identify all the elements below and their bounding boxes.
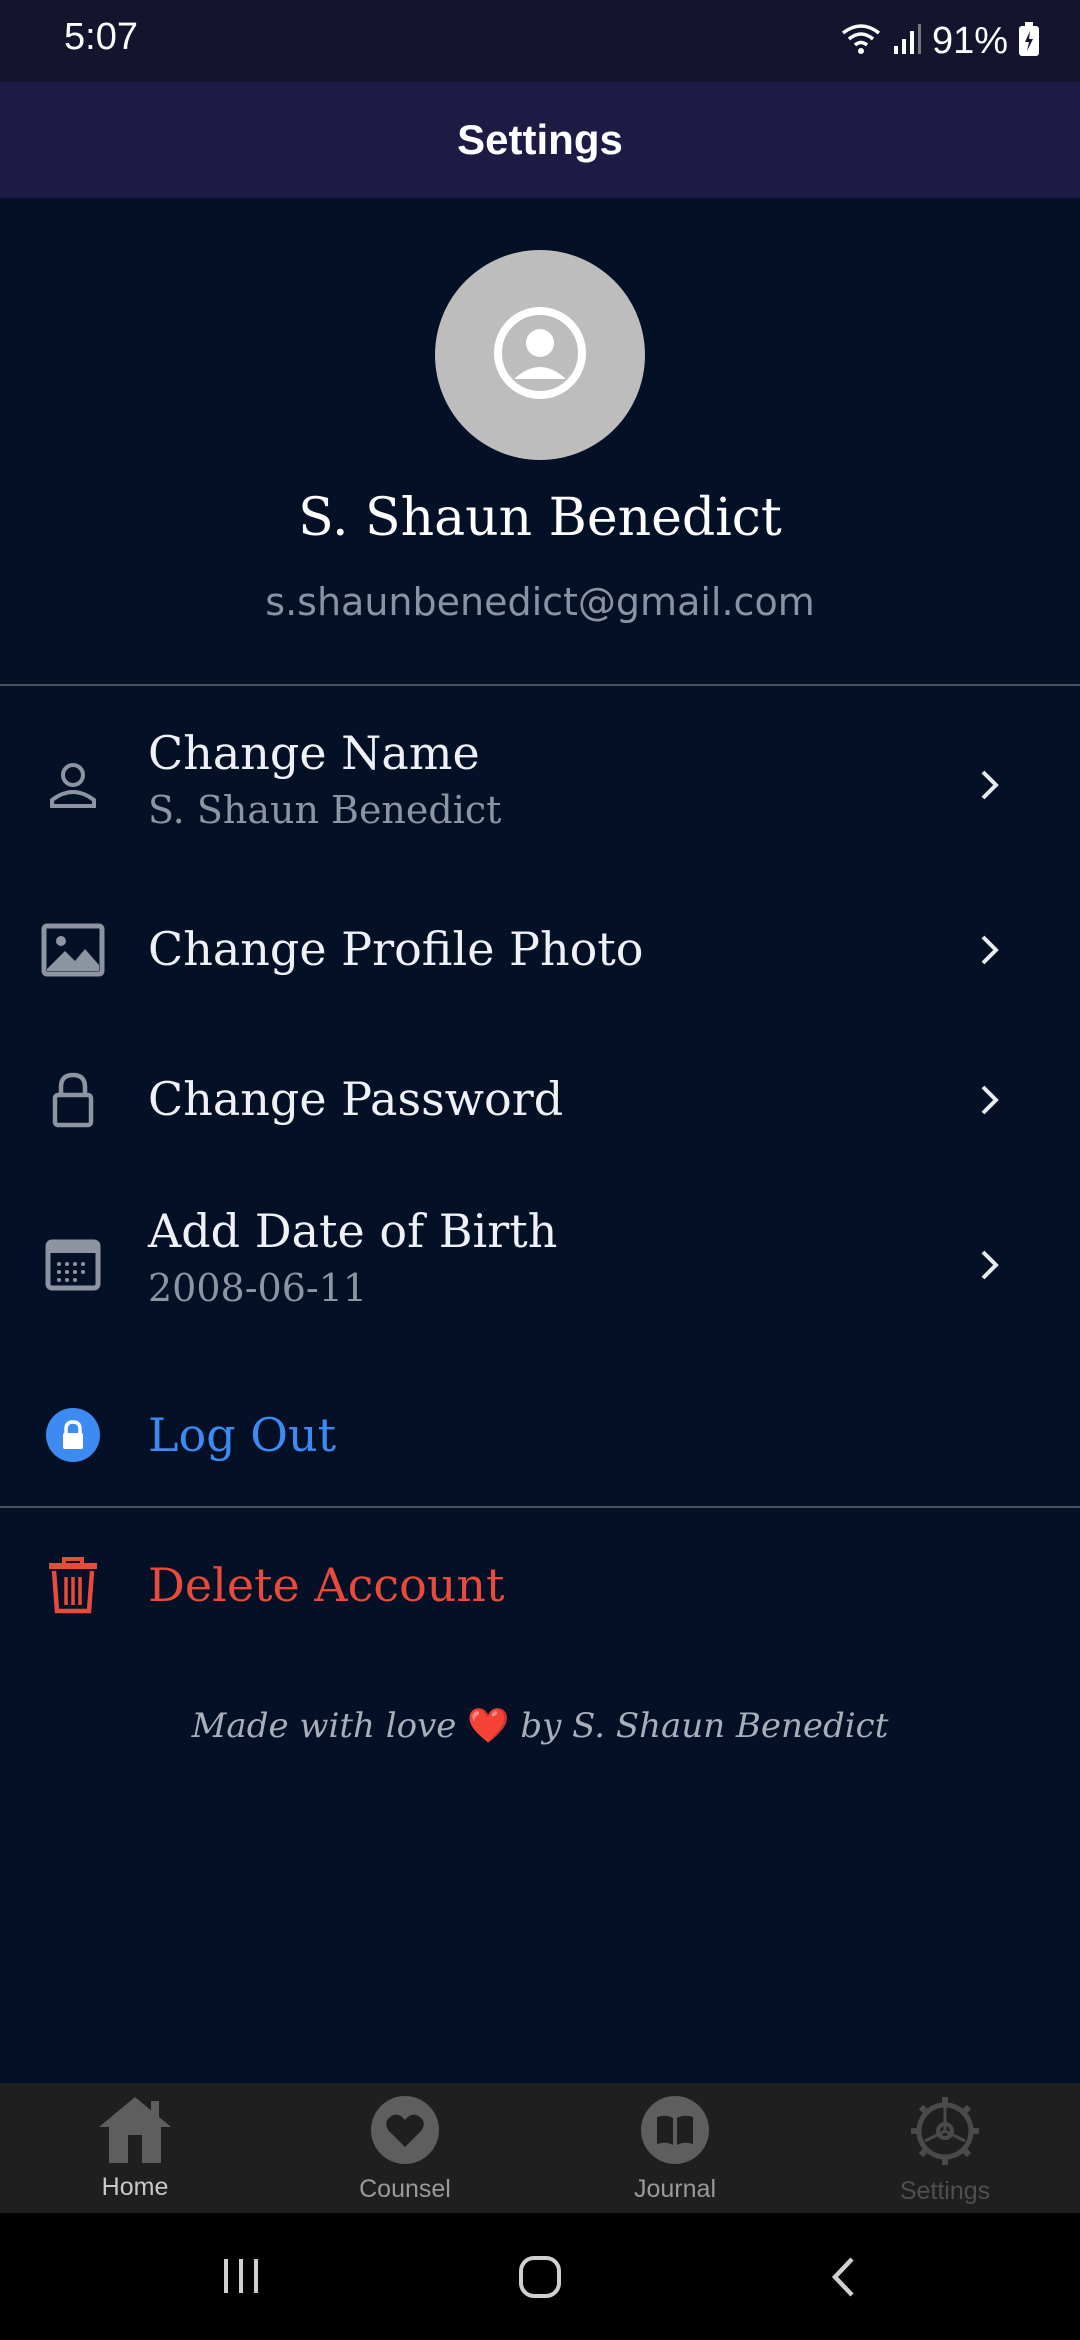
date-of-birth-label: Add Date of Birth	[148, 1204, 558, 1258]
home-icon	[97, 2095, 173, 2167]
heart-emoji: ❤️	[467, 1706, 510, 1746]
change-name-row[interactable]: Change Name S. Shaun Benedict	[0, 710, 1080, 860]
chevron-right-icon	[970, 930, 1010, 970]
home-button-icon[interactable]	[518, 2255, 562, 2303]
nav-journal[interactable]: Journal	[540, 2083, 810, 2213]
date-of-birth-value: 2008-06-11	[148, 1266, 368, 1310]
change-profile-photo-row[interactable]: Change Profile Photo	[0, 880, 1080, 1020]
change-profile-photo-label: Change Profile Photo	[148, 922, 644, 976]
app-bar: Settings	[0, 82, 1080, 198]
delete-account-row[interactable]: Delete Account	[0, 1520, 1080, 1650]
page-title: Settings	[457, 116, 623, 163]
recent-apps-icon[interactable]	[220, 2256, 262, 2300]
avatar[interactable]	[435, 250, 645, 460]
divider	[0, 1506, 1080, 1508]
image-icon	[38, 915, 108, 985]
status-time: 5:07	[64, 16, 138, 58]
log-out-label: Log Out	[148, 1408, 337, 1462]
divider	[0, 684, 1080, 686]
footer-text-before: Made with love	[191, 1706, 457, 1746]
nav-settings-label: Settings	[899, 2177, 991, 2205]
nav-counsel-label: Counsel	[359, 2175, 451, 2203]
date-of-birth-row[interactable]: Add Date of Birth 2008-06-11	[0, 1190, 1080, 1340]
heart-icon	[370, 2095, 440, 2169]
profile-name: S. Shaun Benedict	[298, 488, 782, 548]
footer-text-after: by S. Shaun Benedict	[520, 1706, 889, 1746]
chevron-right-icon	[970, 765, 1010, 805]
bottom-nav: Home Counsel Journal Settings	[0, 2083, 1080, 2213]
wifi-icon	[840, 21, 882, 61]
delete-account-label: Delete Account	[148, 1558, 505, 1612]
nav-counsel[interactable]: Counsel	[270, 2083, 540, 2213]
trash-icon	[38, 1550, 108, 1620]
chevron-right-icon	[970, 1245, 1010, 1285]
status-icons: 91%	[840, 16, 1040, 66]
nav-home[interactable]: Home	[0, 2083, 270, 2213]
lock-circle-icon	[38, 1400, 108, 1470]
change-name-value: S. Shaun Benedict	[148, 788, 502, 832]
person-icon	[38, 750, 108, 820]
change-password-row[interactable]: Change Password	[0, 1030, 1080, 1170]
footer-credit: Made with love ❤️ by S. Shaun Benedict	[0, 1706, 1080, 1746]
change-name-label: Change Name	[148, 726, 480, 780]
battery-percent: 91%	[931, 19, 1008, 62]
change-password-label: Change Password	[148, 1072, 564, 1126]
signal-icon	[892, 22, 922, 60]
lock-icon	[38, 1065, 108, 1135]
book-icon	[640, 2095, 710, 2169]
nav-settings[interactable]: Settings	[810, 2083, 1080, 2213]
calendar-icon	[38, 1230, 108, 1300]
profile-email: s.shaunbenedict@gmail.com	[265, 580, 815, 624]
nav-journal-label: Journal	[634, 2175, 716, 2203]
back-icon[interactable]	[828, 2255, 858, 2303]
battery-icon	[1018, 21, 1040, 61]
account-circle-icon	[494, 307, 586, 403]
gear-icon	[909, 2095, 981, 2171]
system-nav-bar	[0, 2213, 1080, 2340]
nav-home-label: Home	[101, 2173, 169, 2201]
log-out-row[interactable]: Log Out	[0, 1370, 1080, 1500]
chevron-right-icon	[970, 1080, 1010, 1120]
